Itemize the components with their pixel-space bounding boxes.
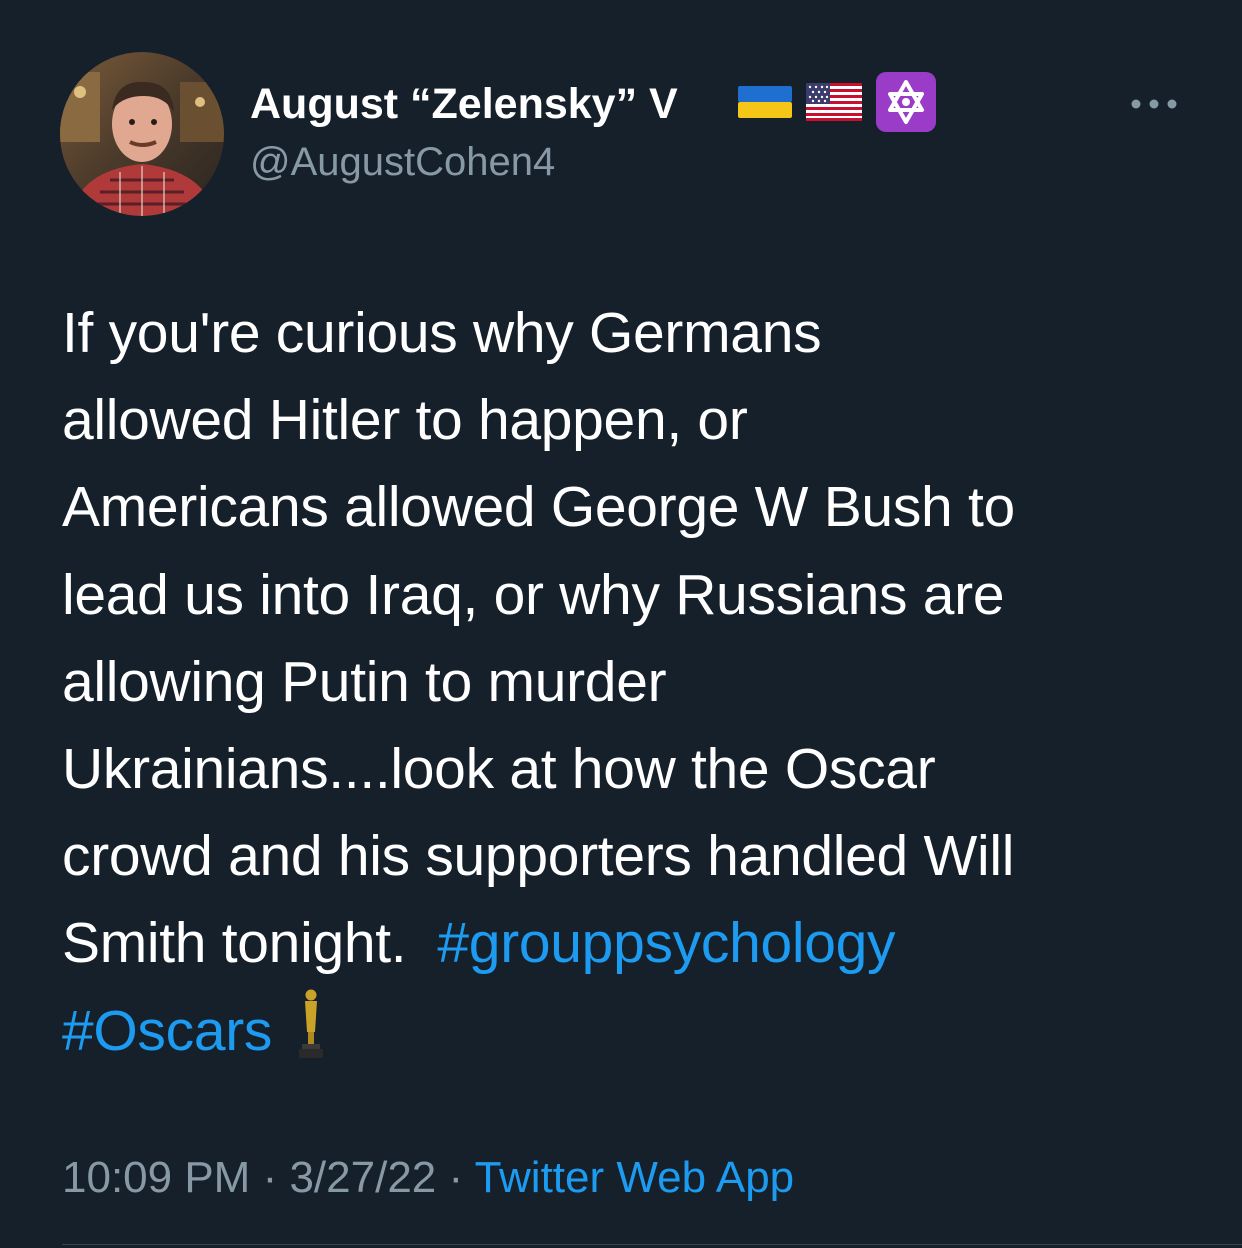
separator: ·: [436, 1153, 475, 1202]
tweet-text-line: If you're curious why Germans: [62, 301, 822, 365]
tweet-text-segment: Smith tonight.: [62, 911, 438, 976]
oscar-statue-icon: [294, 988, 328, 1085]
separator: ·: [250, 1153, 290, 1202]
hashtag-oscars[interactable]: #Oscars: [62, 999, 272, 1063]
tweet-text-line: allowed Hitler to happen, or: [62, 388, 748, 453]
avatar[interactable]: [60, 52, 224, 216]
tweet-source-link[interactable]: Twitter Web App: [475, 1153, 795, 1202]
us-flag-icon: [806, 82, 862, 126]
tweet-metadata: 10:09 PM · 3/27/22 · Twitter Web App: [62, 1148, 794, 1208]
tweet-text-line: Americans allowed George W Bush to: [62, 475, 1015, 540]
tweet-text: If you're curious why Germans allowed Hi…: [62, 290, 1222, 1075]
tweet-text-line: lead us into Iraq, or why Russians are: [62, 562, 1005, 627]
name-badges: [738, 71, 950, 137]
tweet-text-line: Ukrainians....look at how the Oscar: [62, 736, 936, 801]
more-options-icon[interactable]: [1126, 94, 1182, 114]
tweet-date[interactable]: 3/27/22: [289, 1153, 436, 1202]
display-name[interactable]: August “Zelensky” V: [250, 76, 678, 132]
tweet: August “Zelensky” V @AugustCohen4 If you…: [0, 0, 1242, 1248]
tweet-text-line: allowing Putin to murder: [62, 649, 667, 714]
hashtag-grouppsychology[interactable]: #grouppsychology: [437, 911, 895, 975]
star-of-david-icon: [876, 71, 936, 137]
ukraine-flag-icon: [738, 84, 792, 125]
tweet-text-line: Smith tonight. #grouppsychology: [62, 900, 1222, 987]
tweet-text-line: crowd and his supporters handled Will: [62, 824, 1015, 889]
tweet-time[interactable]: 10:09 PM: [62, 1153, 250, 1202]
user-handle[interactable]: @AugustCohen4: [250, 136, 555, 188]
tweet-text-line: #Oscars: [62, 988, 1222, 1075]
divider: [62, 1244, 1242, 1245]
